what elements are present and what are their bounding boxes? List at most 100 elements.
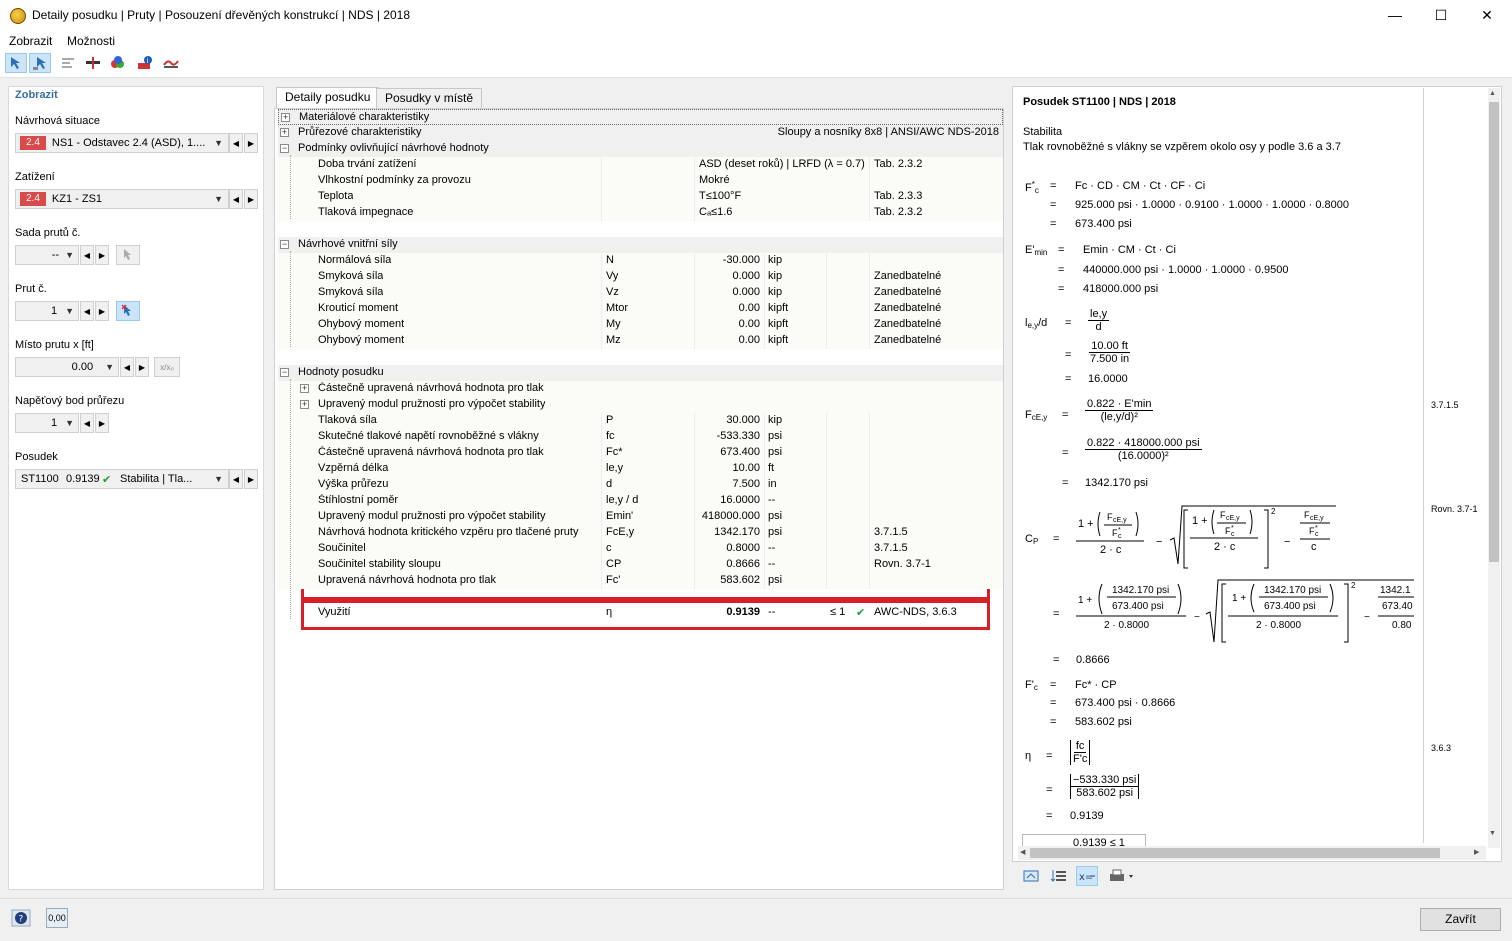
eq4-symbol: FcE,y — [1025, 409, 1048, 422]
group-conditions[interactable]: − Podmínky ovlivňující návrhové hodnoty — [278, 141, 1003, 157]
sync-icon[interactable] — [1020, 866, 1042, 886]
check-select[interactable]: ST1100 0.9139 ✔ Stabilita | Tla... ▼ — [15, 469, 229, 489]
pick-member-icon[interactable] — [116, 301, 140, 321]
eq5-symbol: CP — [1025, 533, 1039, 546]
help-icon[interactable]: ? — [10, 908, 32, 928]
next-arrow-icon[interactable]: ▶ — [244, 189, 258, 209]
condition-row[interactable]: Vlhkostní podmínky za provozu Mokré — [278, 173, 1003, 189]
check-value-row[interactable]: Součinitel stability sloupu CP 0.8666 -- Rov… — [278, 557, 1003, 573]
close-window-button[interactable]: ✕ — [1464, 0, 1510, 30]
prev-arrow-icon[interactable]: ◀ — [80, 301, 94, 321]
column-separator — [601, 493, 602, 509]
condition-row[interactable]: Teplota T≤100°F Tab. 2.3.3 — [278, 189, 1003, 205]
formula-view-icon[interactable]: x= — [1076, 866, 1098, 886]
subgroup-modulus[interactable]: + Upravený modul pružnosti pro výpočet s… — [278, 397, 1003, 413]
prev-arrow-icon[interactable]: ◀ — [229, 133, 243, 153]
force-row[interactable]: Normálová síla N -30.000 kip — [278, 253, 1003, 269]
member-select[interactable]: 1 ▼ — [15, 301, 79, 321]
align-icon[interactable] — [57, 53, 79, 73]
relative-location-button[interactable]: x/x₀ — [154, 357, 180, 377]
check-value-row[interactable]: Upravený modul pružnosti pro výpočet sta… — [278, 509, 1003, 525]
load-select[interactable]: 2.4 KZ1 - ZS1 ▼ — [15, 189, 229, 209]
next-arrow-icon[interactable]: ▶ — [95, 245, 109, 265]
stress-point-select[interactable]: 1 ▼ — [15, 413, 79, 433]
select-location-icon[interactable] — [29, 53, 51, 73]
tab-checks-at-location[interactable]: Posudky v místě — [376, 88, 483, 108]
collapse-icon[interactable]: − — [280, 240, 289, 249]
eq3-den1: d — [1095, 321, 1102, 333]
prev-arrow-icon[interactable]: ◀ — [229, 189, 243, 209]
prev-arrow-icon[interactable]: ◀ — [120, 357, 134, 377]
force-row[interactable]: Smyková síla Vy 0.000 kip Zanedbatelné — [278, 269, 1003, 285]
force-row[interactable]: Ohybový moment Mz 0.00 kipft Zanedbatelné — [278, 333, 1003, 349]
check-value-row[interactable]: Součinitel c 0.8000 -- 3.7.1.5 — [278, 541, 1003, 557]
list-detail-icon[interactable] — [1048, 866, 1070, 886]
print-icon[interactable] — [1104, 866, 1140, 886]
close-button[interactable]: Zavřít — [1420, 908, 1501, 931]
member-section-icon[interactable] — [82, 53, 104, 73]
scroll-right-icon[interactable]: ▶ — [1474, 848, 1479, 856]
expand-icon[interactable]: + — [300, 384, 309, 393]
scroll-left-icon[interactable]: ◀ — [1020, 848, 1025, 856]
value-name: Částečně upravená návrhová hodnota pro t… — [318, 446, 544, 458]
condition-row[interactable]: Doba trvání zatížení ASD (deset roků) | L… — [278, 157, 1003, 173]
next-arrow-icon[interactable]: ▶ — [95, 413, 109, 433]
info-icon[interactable]: i — [134, 53, 156, 73]
collapse-icon[interactable]: − — [280, 144, 289, 153]
value-number: 10.00 — [732, 462, 760, 474]
column-separator — [826, 557, 827, 573]
next-arrow-icon[interactable]: ▶ — [244, 469, 258, 489]
force-row[interactable]: Smyková síla Vz 0.000 kip Zanedbatelné — [278, 285, 1003, 301]
prev-arrow-icon[interactable]: ◀ — [229, 469, 243, 489]
column-separator — [694, 269, 695, 285]
group-forces[interactable]: − Návrhové vnitřní síly — [278, 237, 1003, 253]
select-member-icon[interactable] — [5, 53, 27, 73]
collapse-icon[interactable]: − — [280, 368, 289, 377]
value-unit: -- — [768, 558, 776, 570]
units-icon[interactable]: 0,00 — [46, 908, 68, 928]
menu-zobrazit[interactable]: Zobrazit — [9, 34, 52, 48]
force-row[interactable]: Krouticí moment Mtor 0.00 kipft Zanedbatelné — [278, 301, 1003, 317]
group-material[interactable]: + Materiálové charakteristiky — [278, 109, 1003, 125]
condition-row[interactable]: Tlaková impegnace Cₐ≤1.6 Tab. 2.3.2 — [278, 205, 1003, 221]
minimize-button[interactable]: — — [1372, 0, 1418, 30]
group-section[interactable]: + Průřezové charakteristiky Sloupy a nos… — [278, 125, 1003, 141]
check-value-row[interactable]: Výška průřezu d 7.500 in — [278, 477, 1003, 493]
force-row[interactable]: Ohybový moment My 0.00 kipft Zanedbatelné — [278, 317, 1003, 333]
column-separator — [694, 253, 695, 269]
check-value-row[interactable]: Vzpěrná délka le,y 10.00 ft — [278, 461, 1003, 477]
pick-member-set-icon[interactable] — [116, 245, 140, 265]
check-value-row[interactable]: Tlaková síla P 30.000 kip — [278, 413, 1003, 429]
expand-icon[interactable]: + — [300, 400, 309, 409]
force-unit: kipft — [768, 302, 789, 314]
tab-design-details[interactable]: Detaily posudku — [276, 87, 380, 109]
expand-icon[interactable]: + — [281, 113, 290, 122]
vertical-scroll-thumb[interactable] — [1489, 102, 1499, 562]
design-situation-select[interactable]: 2.4 NS1 - Odstavec 2.4 (ASD), 1.... ▼ — [15, 133, 229, 153]
diagram-icon[interactable] — [160, 53, 182, 73]
check-value-row[interactable]: Částečně upravená návrhová hodnota pro t… — [278, 445, 1003, 461]
column-separator — [694, 557, 695, 573]
expand-icon[interactable]: + — [280, 128, 289, 137]
check-value-row[interactable]: Štíhlostní poměr le,y / d 16.0000 -- — [278, 493, 1003, 509]
next-arrow-icon[interactable]: ▶ — [244, 133, 258, 153]
next-arrow-icon[interactable]: ▶ — [135, 357, 149, 377]
horizontal-scroll-thumb[interactable] — [1030, 848, 1440, 858]
check-value-row[interactable]: Upravená návrhová hodnota pro tlak Fc' 583… — [278, 573, 1003, 589]
subgroup-partial-compression[interactable]: + Částečně upravená návrhová hodnota pro… — [278, 381, 1003, 397]
scroll-up-icon[interactable]: ▲ — [1489, 90, 1496, 97]
group-values[interactable]: − Hodnoty posudku — [278, 365, 1003, 381]
scroll-down-icon[interactable]: ▼ — [1489, 830, 1496, 837]
svg-text:i: i — [147, 57, 149, 65]
maximize-button[interactable]: ☐ — [1418, 0, 1464, 30]
force-value: -30.000 — [722, 254, 760, 266]
check-value-row[interactable]: Skutečné tlakové napětí rovnoběžné s vlá… — [278, 429, 1003, 445]
prev-arrow-icon[interactable]: ◀ — [80, 245, 94, 265]
colors-icon[interactable] — [107, 53, 129, 73]
check-value-row[interactable]: Návrhová hodnota kritického vzpěru pro t… — [278, 525, 1003, 541]
member-set-select[interactable]: -- ▼ — [15, 245, 79, 265]
prev-arrow-icon[interactable]: ◀ — [80, 413, 94, 433]
next-arrow-icon[interactable]: ▶ — [95, 301, 109, 321]
menu-moznosti[interactable]: Možnosti — [67, 34, 115, 48]
location-select[interactable]: 0.00 ▼ — [15, 357, 119, 377]
